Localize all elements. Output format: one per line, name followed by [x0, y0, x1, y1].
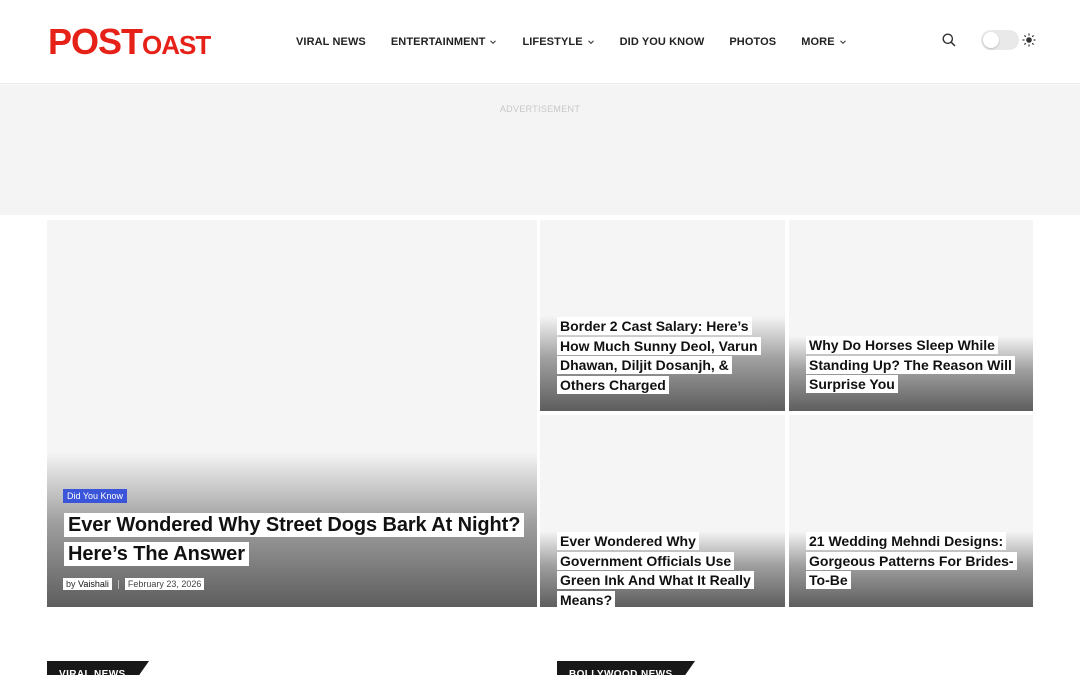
nav-item-label: VIRAL NEWS	[296, 36, 366, 48]
chevron-down-icon	[587, 40, 594, 45]
header-tools	[941, 30, 1036, 50]
sun-icon	[1022, 33, 1036, 47]
tile-title[interactable]: Why Do Horses Sleep While Standing Up? T…	[806, 336, 1019, 395]
nav-item-label: MORE	[801, 36, 835, 48]
post-date: February 23, 2026	[124, 578, 205, 590]
nav-item-did-you-know[interactable]: DID YOU KNOW	[620, 36, 705, 48]
moon-icon	[966, 34, 975, 46]
category-badge[interactable]: Did You Know	[63, 489, 128, 503]
post-tile-4[interactable]: 21 Wedding Mehndi Designs: Gorgeous Patt…	[789, 415, 1033, 607]
nav-item-more[interactable]: MORE	[801, 36, 846, 48]
site-logo[interactable]: POST OAST	[48, 21, 211, 62]
ad-banner[interactable]: ADVERTISEMENT	[0, 85, 1080, 215]
main-nav: VIRAL NEWS ENTERTAINMENT LIFESTYLE DID Y…	[296, 0, 872, 84]
chevron-down-icon	[490, 40, 497, 45]
tile-title[interactable]: Ever Wondered Why Government Officials U…	[557, 532, 771, 607]
site-header: POST OAST VIRAL NEWS ENTERTAINMENT LIFEST…	[0, 0, 1080, 84]
meta-divider	[117, 579, 119, 589]
tile-title[interactable]: 21 Wedding Mehndi Designs: Gorgeous Patt…	[806, 532, 1019, 591]
post-meta: by Vaishali February 23, 2026	[63, 578, 205, 590]
nav-item-label: DID YOU KNOW	[619, 36, 705, 48]
nav-item-viral-news[interactable]: VIRAL NEWS	[296, 36, 366, 48]
logo-oast: OAST	[142, 30, 211, 60]
nav-item-photos[interactable]: PHOTOS	[729, 36, 776, 48]
nav-item-lifestyle[interactable]: LIFESTYLE	[522, 36, 594, 48]
post-tile-2[interactable]: Why Do Horses Sleep While Standing Up? T…	[789, 220, 1033, 411]
section-heading-bollywood-news[interactable]: BOLLYWOOD NEWS	[557, 661, 695, 675]
nav-item-label: ENTERTAINMENT	[390, 36, 486, 48]
section-heading-viral-news[interactable]: VIRAL NEWS	[47, 661, 149, 675]
ad-label: ADVERTISEMENT	[499, 104, 581, 114]
post-author: by Vaishali	[63, 578, 112, 590]
nav-item-label: PHOTOS	[729, 36, 777, 48]
logo-post: POST	[48, 21, 143, 62]
post-tile-3[interactable]: Ever Wondered Why Government Officials U…	[540, 415, 785, 607]
featured-title[interactable]: Ever Wondered Why Street Dogs Bark At Ni…	[64, 511, 525, 568]
author-link[interactable]: Vaishali	[78, 579, 109, 589]
chevron-down-icon	[839, 40, 846, 45]
tile-title[interactable]: Border 2 Cast Salary: Here’s How Much Su…	[557, 317, 771, 395]
nav-item-entertainment[interactable]: ENTERTAINMENT	[391, 36, 498, 48]
featured-post[interactable]: Ever Wondered Why Street Dogs Bark At Ni…	[47, 220, 537, 607]
nav-item-label: LIFESTYLE	[522, 36, 583, 48]
post-tile-1[interactable]: Border 2 Cast Salary: Here’s How Much Su…	[540, 220, 785, 411]
search-icon[interactable]	[941, 32, 957, 48]
dark-mode-toggle[interactable]	[981, 30, 1019, 50]
toggle-knob	[983, 32, 999, 48]
